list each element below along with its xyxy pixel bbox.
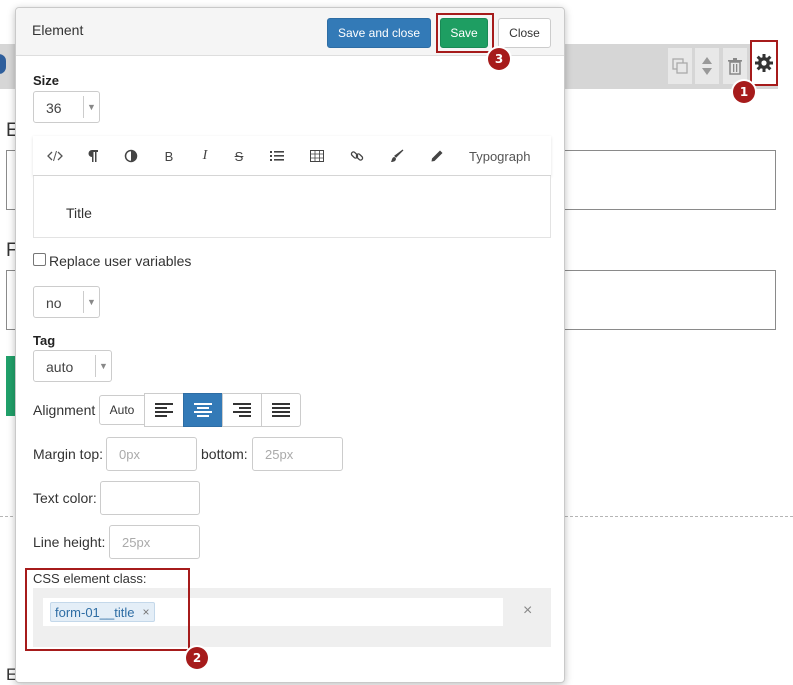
css-class-highlight xyxy=(25,568,190,651)
align-left-button[interactable] xyxy=(144,393,184,427)
pencil-icon[interactable] xyxy=(427,146,447,166)
link-icon[interactable] xyxy=(347,146,367,166)
move-icon[interactable] xyxy=(695,48,719,84)
replace-variables-select[interactable]: no ▼ xyxy=(33,286,100,318)
margin-top-label: Margin top: xyxy=(33,446,104,462)
strikethrough-icon[interactable]: S xyxy=(229,146,249,166)
brush-icon[interactable] xyxy=(387,146,407,166)
replace-variables-checkbox[interactable] xyxy=(33,253,46,266)
margin-top-input[interactable] xyxy=(106,437,197,471)
align-right-icon xyxy=(233,403,251,417)
step-badge-3: 3 xyxy=(488,48,510,70)
close-button[interactable]: Close xyxy=(498,18,551,48)
text-color-input[interactable] xyxy=(100,481,200,515)
list-icon[interactable] xyxy=(267,146,287,166)
save-button[interactable]: Save xyxy=(440,18,488,48)
line-height-label: Line height: xyxy=(33,534,106,550)
code-icon[interactable] xyxy=(45,146,65,166)
align-justify-button[interactable] xyxy=(261,393,301,427)
element-settings-modal: Element Save and close Save Close 3 Size… xyxy=(15,7,565,683)
gear-icon xyxy=(755,54,773,72)
alignment-group: Auto xyxy=(99,393,301,427)
italic-icon[interactable]: I xyxy=(195,146,215,166)
alignment-label: Alignment xyxy=(33,402,96,418)
chevron-down-icon: ▼ xyxy=(83,96,99,118)
trash-icon[interactable] xyxy=(723,48,747,84)
paragraph-icon[interactable] xyxy=(83,146,103,166)
bold-icon[interactable]: B xyxy=(159,146,179,166)
contrast-icon[interactable] xyxy=(121,146,141,166)
replace-variables-value: no xyxy=(46,295,62,311)
size-label: Size xyxy=(33,73,60,88)
align-auto-button[interactable]: Auto xyxy=(99,395,145,425)
margin-bottom-input[interactable] xyxy=(252,437,343,471)
chevron-down-icon: ▼ xyxy=(83,291,99,313)
step-badge-2: 2 xyxy=(186,647,208,669)
chevron-down-icon: ▼ xyxy=(95,355,111,377)
align-left-icon xyxy=(155,403,173,417)
line-height-input[interactable] xyxy=(109,525,200,559)
modal-title: Element xyxy=(32,22,84,38)
editor-content: Title xyxy=(66,205,92,221)
editor-toolbar: B I S Typograph xyxy=(33,136,551,176)
tag-select[interactable]: auto ▼ xyxy=(33,350,112,382)
save-and-close-button[interactable]: Save and close xyxy=(327,18,431,48)
settings-button[interactable] xyxy=(750,40,778,86)
replace-variables-label: Replace user variables xyxy=(49,253,192,269)
tag-label: Tag xyxy=(33,333,56,348)
align-center-button[interactable] xyxy=(183,393,223,427)
table-icon[interactable] xyxy=(307,146,327,166)
tag-value: auto xyxy=(46,359,74,375)
typograph-button[interactable]: Typograph xyxy=(469,146,530,166)
text-color-label: Text color: xyxy=(33,490,97,506)
align-right-button[interactable] xyxy=(222,393,262,427)
size-select[interactable]: 36 ▼ xyxy=(33,91,100,123)
align-justify-icon xyxy=(272,403,290,417)
size-value: 36 xyxy=(46,100,62,116)
step-badge-1: 1 xyxy=(733,81,755,103)
margin-bottom-label: bottom: xyxy=(201,446,248,462)
copy-icon[interactable] xyxy=(668,48,692,84)
modal-header: Element Save and close Save Close xyxy=(16,8,564,56)
clear-icon[interactable]: × xyxy=(523,602,532,620)
align-center-icon xyxy=(194,403,212,417)
editor-content-area[interactable]: Title xyxy=(33,176,551,238)
